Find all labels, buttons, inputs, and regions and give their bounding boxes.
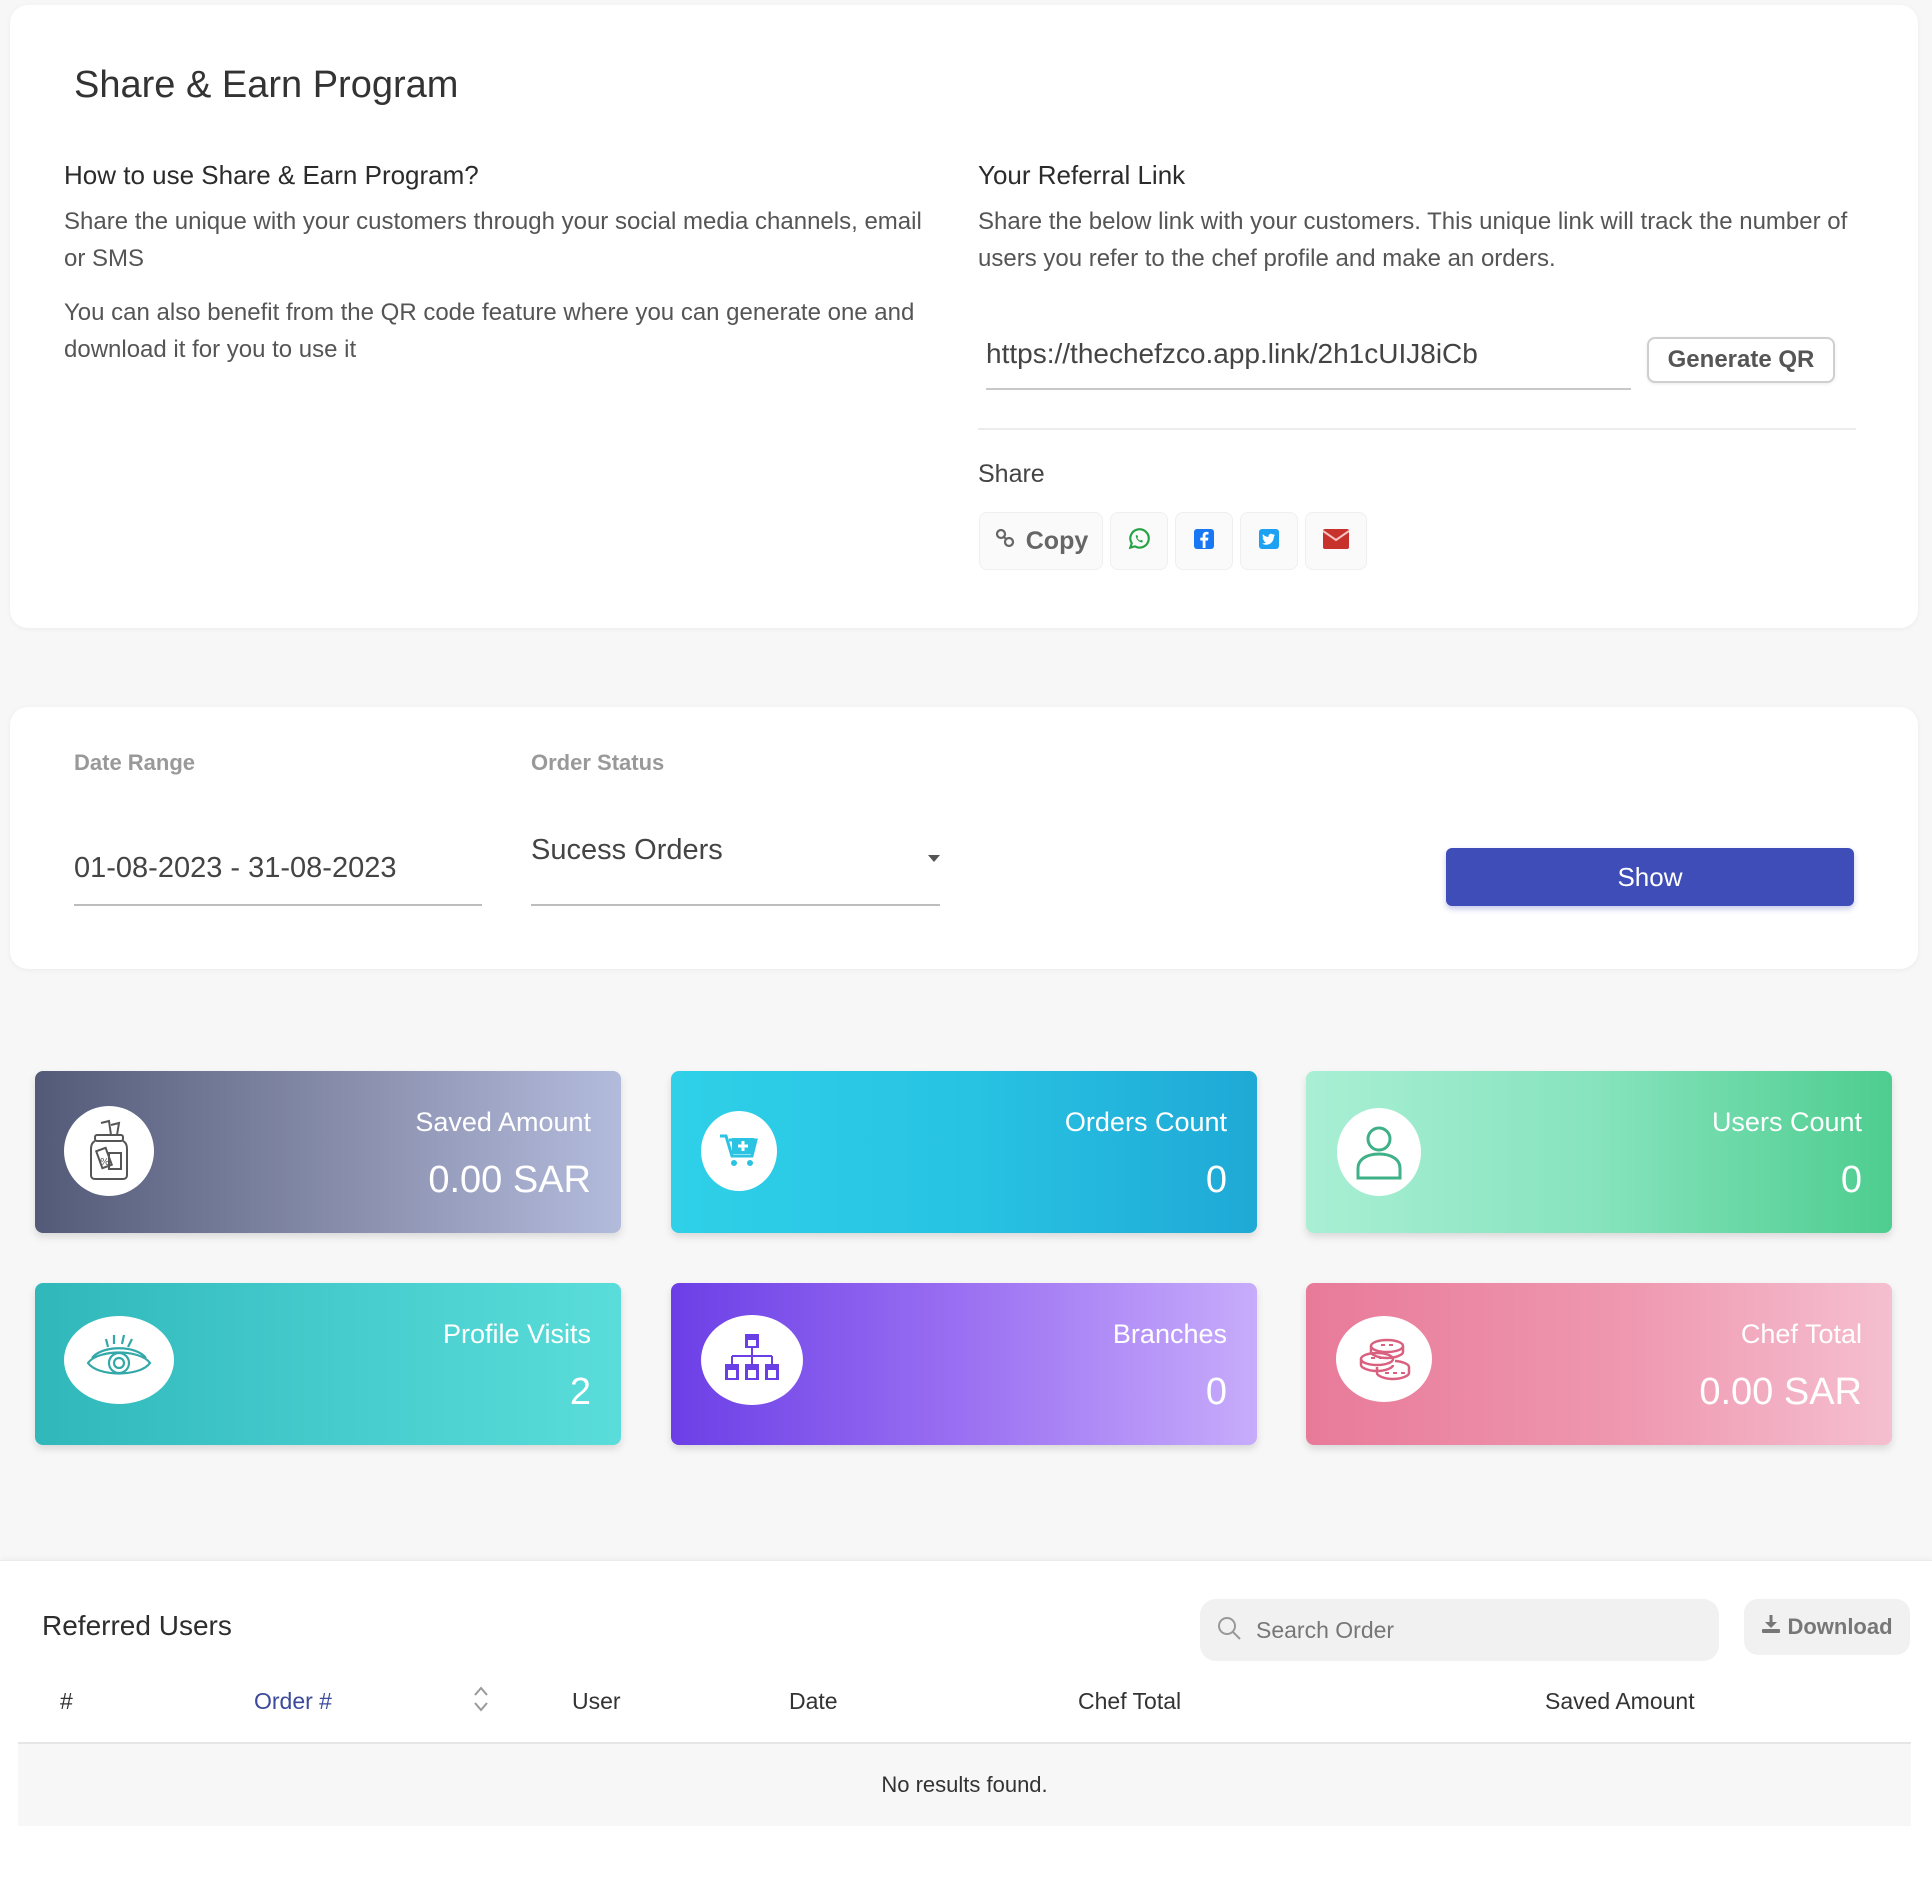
referral-link-title: Your Referral Link [978,160,1186,190]
stat-label: Orders Count [1064,1107,1227,1137]
twitter-icon [1257,527,1281,556]
stat-card-users-count: Users Count 0 [1306,1071,1892,1233]
eye-icon [64,1316,174,1404]
link-icon [994,526,1018,557]
generate-qr-button[interactable]: Generate QR [1647,337,1835,383]
date-range-input[interactable] [74,840,482,906]
sitemap-icon [701,1315,803,1405]
column-header-user: User [572,1688,621,1714]
search-icon [1216,1615,1242,1646]
show-button[interactable]: Show [1446,848,1854,906]
date-range-label: Date Range [74,750,196,775]
column-header-order-number[interactable]: Order # [254,1688,332,1715]
copy-link-button[interactable]: Copy [979,512,1103,570]
money-jar-icon: % [64,1106,154,1196]
stat-label: Users Count [1711,1107,1862,1137]
stat-label: Chef Total [1740,1319,1862,1349]
referral-link-description: Share the below link with your customers… [978,208,1848,272]
download-label: Download [1787,1614,1893,1639]
caret-down-icon [928,855,940,862]
divider [978,428,1856,430]
column-header-date: Date [789,1688,838,1714]
stat-label: Profile Visits [442,1319,591,1349]
stat-card-branches: Branches 0 [671,1283,1257,1445]
svg-text:%: % [100,1157,110,1168]
copy-label: Copy [1025,526,1089,555]
how-to-paragraph-2: You can also benefit from the QR code fe… [64,299,915,363]
order-status-select[interactable]: Sucess Orders [531,820,940,906]
empty-table-row: No results found. [18,1744,1911,1826]
coins-icon [1336,1316,1432,1402]
stat-value: 0 [1205,1159,1227,1201]
stat-value: 2 [569,1371,591,1413]
filter-card [10,707,1918,969]
order-status-value: Sucess Orders [531,834,723,866]
user-icon [1337,1108,1421,1196]
order-status-label: Order Status [531,750,665,775]
column-header-index: # [60,1688,73,1714]
stat-value: 0 [1840,1159,1862,1201]
how-to-title: How to use Share & Earn Program? [64,160,479,190]
share-email-button[interactable] [1305,512,1367,570]
column-header-saved-amount: Saved Amount [1545,1688,1695,1714]
sort-icon[interactable] [470,1684,492,1720]
stat-card-chef-total: Chef Total 0.00 SAR [1306,1283,1892,1445]
page-title: Share & Earn Program [74,64,459,106]
stat-label: Saved Amount [415,1107,591,1137]
facebook-icon [1192,527,1216,556]
referred-users-title: Referred Users [42,1610,232,1641]
share-whatsapp-button[interactable] [1110,512,1168,570]
stat-value: 0.00 SAR [428,1159,591,1201]
referral-link-input[interactable] [986,330,1631,390]
stat-card-profile-visits: Profile Visits 2 [35,1283,621,1445]
share-label: Share [978,460,1045,488]
download-icon [1761,1614,1781,1640]
search-order-field[interactable] [1200,1599,1719,1661]
stat-card-saved-amount: % Saved Amount 0.00 SAR [35,1071,621,1233]
stat-card-orders-count: Orders Count 0 [671,1071,1257,1233]
empty-message: No results found. [881,1772,1048,1797]
column-header-chef-total: Chef Total [1078,1688,1182,1714]
download-button[interactable]: Download [1744,1599,1910,1655]
envelope-icon [1322,528,1350,555]
stat-label: Branches [1112,1319,1227,1349]
share-facebook-button[interactable] [1175,512,1233,570]
how-to-paragraph-1: Share the unique with your customers thr… [64,208,922,272]
whatsapp-icon [1126,526,1152,557]
stat-value: 0.00 SAR [1699,1371,1862,1413]
cart-plus-icon [701,1111,777,1191]
search-order-input[interactable] [1256,1616,1696,1644]
share-twitter-button[interactable] [1240,512,1298,570]
stat-value: 0 [1205,1371,1227,1413]
